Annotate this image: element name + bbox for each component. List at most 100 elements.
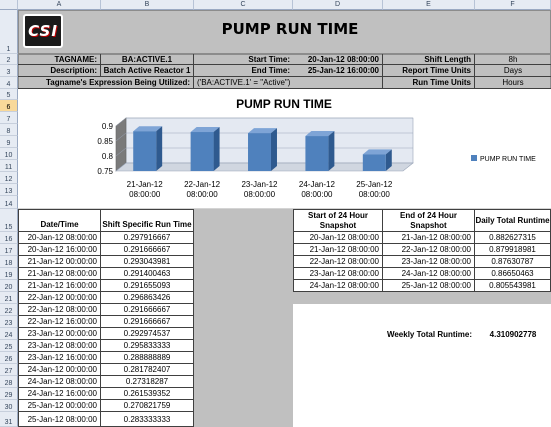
table-cell-datetime[interactable]: 24-Jan-12 00:00:00 — [18, 364, 101, 376]
table-cell-run-time[interactable]: 0.283333333 — [101, 412, 194, 427]
table-cell-snapshot-end[interactable]: 24-Jan-12 08:00:00 — [383, 268, 475, 280]
row-header[interactable]: 7 — [0, 112, 18, 124]
row-header[interactable]: 16 — [0, 232, 18, 244]
start-time-value[interactable]: 20-Jan-12 08:00:00 — [293, 54, 383, 65]
table-cell-snapshot-end[interactable]: 25-Jan-12 08:00:00 — [383, 280, 475, 292]
row-header[interactable]: 26 — [0, 352, 18, 364]
table-cell-run-time[interactable]: 0.297916667 — [101, 232, 194, 244]
row-header[interactable]: 25 — [0, 340, 18, 352]
table-cell-datetime[interactable]: 22-Jan-12 16:00:00 — [18, 316, 101, 328]
row-header[interactable]: 27 — [0, 364, 18, 376]
table-cell-snapshot-start[interactable]: 24-Jan-12 08:00:00 — [293, 280, 383, 292]
column-header-b[interactable]: B — [101, 0, 194, 10]
row-header[interactable]: 20 — [0, 280, 18, 292]
row-header[interactable]: 2 — [0, 54, 18, 65]
table-cell-snapshot-end[interactable]: 21-Jan-12 08:00:00 — [383, 232, 475, 244]
table-cell-run-time[interactable]: 0.292974537 — [101, 328, 194, 340]
table-cell-run-time[interactable]: 0.291666667 — [101, 316, 194, 328]
table-cell-datetime[interactable]: 22-Jan-12 08:00:00 — [18, 304, 101, 316]
table-cell-datetime[interactable]: 23-Jan-12 08:00:00 — [18, 340, 101, 352]
table-cell-datetime[interactable]: 22-Jan-12 00:00:00 — [18, 292, 101, 304]
table-cell-datetime[interactable]: 21-Jan-12 16:00:00 — [18, 280, 101, 292]
table-cell-run-time[interactable]: 0.27318287 — [101, 376, 194, 388]
select-all-corner[interactable] — [0, 0, 18, 10]
row-header[interactable]: 15 — [0, 209, 18, 232]
row-header[interactable]: 9 — [0, 136, 18, 148]
row-header[interactable]: 3 — [0, 65, 18, 77]
row-header-selected[interactable]: 6 — [0, 100, 18, 112]
description-value[interactable]: Batch Active Reactor 1 — [101, 65, 194, 77]
table-cell-daily-total[interactable]: 0.805543981 — [475, 280, 551, 292]
row-header[interactable]: 29 — [0, 388, 18, 400]
table-cell-run-time[interactable]: 0.261539352 — [101, 388, 194, 400]
table-cell-run-time[interactable]: 0.291400463 — [101, 268, 194, 280]
row-header[interactable]: 13 — [0, 184, 18, 196]
table-cell-run-time[interactable]: 0.291655093 — [101, 280, 194, 292]
row-header[interactable]: 30 — [0, 400, 18, 412]
row-header[interactable]: 17 — [0, 244, 18, 256]
table-cell-snapshot-start[interactable]: 21-Jan-12 08:00:00 — [293, 244, 383, 256]
table-cell-run-time[interactable]: 0.293043981 — [101, 256, 194, 268]
row-header[interactable]: 22 — [0, 304, 18, 316]
weekly-total-value[interactable]: 4.310902778 — [475, 328, 551, 340]
row-header[interactable]: 4 — [0, 77, 18, 89]
row-header[interactable]: 11 — [0, 160, 18, 172]
table-cell-snapshot-start[interactable]: 20-Jan-12 08:00:00 — [293, 232, 383, 244]
table-cell-run-time[interactable]: 0.288888889 — [101, 352, 194, 364]
table-cell-run-time[interactable]: 0.281782407 — [101, 364, 194, 376]
y-tick-label: 0.9 — [102, 122, 114, 131]
row-header[interactable]: 14 — [0, 196, 18, 209]
report-time-units-value[interactable]: Days — [475, 65, 551, 77]
table-cell-snapshot-end[interactable]: 22-Jan-12 08:00:00 — [383, 244, 475, 256]
table-cell-datetime[interactable]: 23-Jan-12 00:00:00 — [18, 328, 101, 340]
x-tick-label: 22-Jan-12 — [184, 180, 221, 189]
column-header-c[interactable]: C — [194, 0, 293, 10]
end-time-value[interactable]: 25-Jan-12 16:00:00 — [293, 65, 383, 77]
table-cell-run-time[interactable]: 0.296863426 — [101, 292, 194, 304]
table-cell-datetime[interactable]: 24-Jan-12 16:00:00 — [18, 388, 101, 400]
table-cell-run-time[interactable]: 0.295833333 — [101, 340, 194, 352]
table-cell-snapshot-start[interactable]: 22-Jan-12 08:00:00 — [293, 256, 383, 268]
run-time-units-value[interactable]: Hours — [475, 77, 551, 89]
table-cell-datetime[interactable]: 25-Jan-12 08:00:00 — [18, 412, 101, 427]
table-cell-run-time[interactable]: 0.291666667 — [101, 244, 194, 256]
row-header[interactable]: 24 — [0, 328, 18, 340]
row-header[interactable]: 12 — [0, 172, 18, 184]
table-cell-datetime[interactable]: 24-Jan-12 08:00:00 — [18, 376, 101, 388]
table-cell-datetime[interactable]: 21-Jan-12 00:00:00 — [18, 256, 101, 268]
bar — [190, 132, 214, 171]
report-time-units-label: Report Time Units — [383, 65, 475, 77]
row-header[interactable]: 5 — [0, 89, 18, 100]
shift-length-value[interactable]: 8h — [475, 54, 551, 65]
column-header-f[interactable]: F — [475, 0, 551, 10]
table-cell-datetime[interactable]: 20-Jan-12 08:00:00 — [18, 232, 101, 244]
row-header[interactable]: 23 — [0, 316, 18, 328]
table-cell-datetime[interactable]: 20-Jan-12 16:00:00 — [18, 244, 101, 256]
table-cell-datetime[interactable]: 23-Jan-12 16:00:00 — [18, 352, 101, 364]
column-header-e[interactable]: E — [383, 0, 475, 10]
csi-logo: CSI — [23, 14, 63, 48]
table-cell-daily-total[interactable]: 0.882627315 — [475, 232, 551, 244]
row-header[interactable]: 19 — [0, 268, 18, 280]
table-cell-run-time[interactable]: 0.270821759 — [101, 400, 194, 412]
row-header[interactable]: 1 — [0, 10, 18, 54]
row-header[interactable]: 21 — [0, 292, 18, 304]
table-cell-snapshot-start[interactable]: 23-Jan-12 08:00:00 — [293, 268, 383, 280]
table-cell-datetime[interactable]: 25-Jan-12 00:00:00 — [18, 400, 101, 412]
row-header[interactable]: 8 — [0, 124, 18, 136]
row-header[interactable]: 18 — [0, 256, 18, 268]
row-header[interactable]: 10 — [0, 148, 18, 160]
table-cell-snapshot-end[interactable]: 23-Jan-12 08:00:00 — [383, 256, 475, 268]
chart-area[interactable]: PUMP RUN TIME 0.9 0.85 0.8 0.75 21-Jan-12 08:… — [18, 89, 551, 209]
column-header-d[interactable]: D — [293, 0, 383, 10]
table-cell-datetime[interactable]: 21-Jan-12 08:00:00 — [18, 268, 101, 280]
table-cell-run-time[interactable]: 0.291666667 — [101, 304, 194, 316]
row-header[interactable]: 31 — [0, 412, 18, 427]
column-header-a[interactable]: A — [18, 0, 101, 10]
table-cell-daily-total[interactable]: 0.879918981 — [475, 244, 551, 256]
table-cell-daily-total[interactable]: 0.87630787 — [475, 256, 551, 268]
table-cell-daily-total[interactable]: 0.86650463 — [475, 268, 551, 280]
tagname-value[interactable]: BA:ACTIVE.1 — [101, 54, 194, 65]
row-header[interactable]: 28 — [0, 376, 18, 388]
expression-value[interactable]: ('BA:ACTIVE.1' = "Active") — [194, 77, 383, 89]
